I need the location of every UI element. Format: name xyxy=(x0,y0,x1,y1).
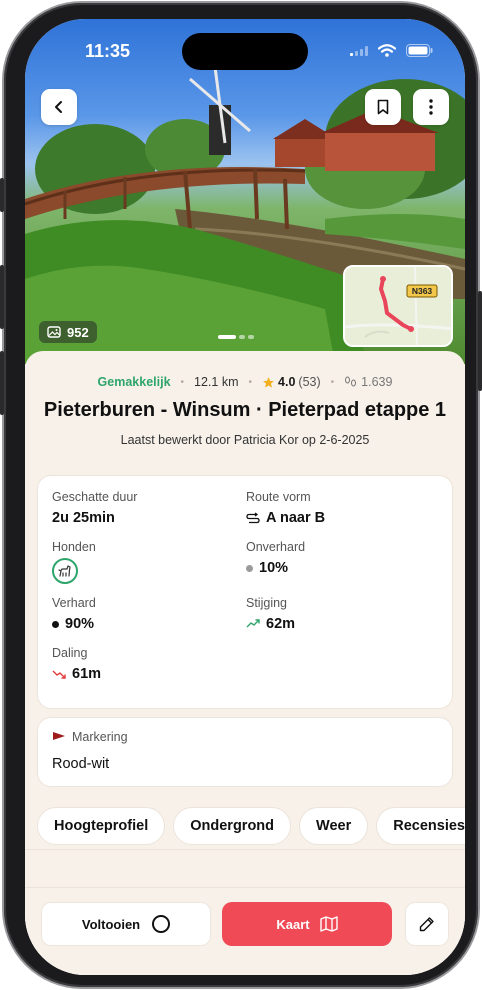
route-detail-sheet: Gemakkelijk • 12.1 km • 4.0 (53) • 1.639… xyxy=(25,351,465,975)
paved-value: 90% xyxy=(65,616,95,632)
dog-icon xyxy=(58,565,71,577)
difficulty-label: Gemakkelijk xyxy=(97,375,171,389)
carousel-dot xyxy=(248,335,254,339)
wifi-icon xyxy=(378,44,396,57)
complete-label: Voltooien xyxy=(81,916,141,932)
photo-count-value: 952 xyxy=(67,324,89,340)
battery-icon xyxy=(406,44,433,57)
map-button[interactable]: Kaart xyxy=(222,902,392,946)
duration-value: 2u 25min xyxy=(52,510,115,526)
route-map-thumbnail: N363 xyxy=(345,267,451,345)
marking-label: Markering xyxy=(72,730,128,744)
unpaved-value: 10% xyxy=(259,560,289,576)
rating[interactable]: 4.0 (53) xyxy=(262,375,321,389)
unpaved-bullet xyxy=(246,564,253,572)
stat-descent: Daling 61m xyxy=(52,646,102,682)
edit-button[interactable] xyxy=(405,902,449,946)
map-label: Kaart xyxy=(276,916,310,932)
route-stats-card: Geschatte duur 2u 25min Route vorm A naa… xyxy=(37,475,453,709)
route-meta-row: Gemakkelijk • 12.1 km • 4.0 (53) • 1.639 xyxy=(97,375,393,389)
chevron-left-icon xyxy=(55,101,62,113)
bottom-action-bar: Voltooien Kaart xyxy=(25,887,465,975)
star-icon xyxy=(263,376,274,388)
map-icon xyxy=(319,916,338,932)
mini-map-preview[interactable]: N363 xyxy=(343,265,453,347)
hero-photo[interactable]: 11:35 952 N363 xyxy=(25,19,465,364)
trend-up-icon xyxy=(246,619,260,628)
ascent-value: 62m xyxy=(266,616,296,632)
tab-elevation-profile[interactable]: Hoogteprofiel xyxy=(37,807,166,845)
stat-dogs: Honden xyxy=(52,540,96,584)
hikers-value: 1.639 xyxy=(361,375,393,389)
screen: 11:35 952 N363 Gemakkelijk • 12.1 km • 4… xyxy=(25,19,465,975)
image-icon xyxy=(47,326,61,338)
route-shape-value: A naar B xyxy=(266,510,326,526)
tab-reviews[interactable]: Recensies xyxy=(376,807,465,845)
photo-count-badge[interactable]: 952 xyxy=(39,321,97,343)
back-button[interactable] xyxy=(41,89,77,125)
checkbox-circle-icon xyxy=(152,915,171,933)
more-options-button[interactable] xyxy=(413,89,449,125)
route-shape-icon xyxy=(246,512,260,524)
carousel-dot xyxy=(239,335,245,339)
phone-frame: 11:35 952 N363 Gemakkelijk • 12.1 km • 4… xyxy=(0,3,482,987)
stat-paved: Verhard 90% xyxy=(52,596,96,632)
rating-value: 4.0 xyxy=(278,375,296,389)
paved-bullet xyxy=(52,620,59,628)
dynamic-island xyxy=(182,33,308,70)
dogs-allowed-badge xyxy=(52,558,78,584)
last-edited-text: Laatst bewerkt door Patricia Kor op 2-6-… xyxy=(120,433,370,447)
power-button xyxy=(478,291,482,391)
mute-switch xyxy=(0,178,4,212)
cellular-signal-icon xyxy=(350,45,368,56)
volume-down-button xyxy=(0,351,4,415)
tab-weather[interactable]: Weer xyxy=(299,807,369,845)
bookmark-icon xyxy=(377,99,389,115)
pencil-icon xyxy=(419,917,434,932)
stat-unpaved: Onverhard 10% xyxy=(246,540,306,576)
map-road-label: N363 xyxy=(412,286,433,296)
complete-button[interactable]: Voltooien xyxy=(41,902,211,946)
route-title: Pieterburen - Winsum · Pieterpad etappe … xyxy=(43,399,447,421)
flag-icon xyxy=(53,732,65,740)
stat-ascent: Stijging 62m xyxy=(246,596,296,632)
marking-value: Rood-wit xyxy=(52,756,110,772)
tab-surface[interactable]: Ondergrond xyxy=(173,807,292,845)
marking-card: Markering Rood-wit xyxy=(37,717,453,787)
section-tabs: Hoogteprofiel Ondergrond Weer Recensies xyxy=(37,807,465,845)
more-vertical-icon xyxy=(429,99,433,115)
carousel-dot-active xyxy=(218,335,236,339)
distance-value: 12.1 km xyxy=(194,375,239,389)
stat-route-shape: Route vorm A naar B xyxy=(246,490,326,526)
trend-down-icon xyxy=(52,670,66,679)
divider xyxy=(25,849,465,850)
volume-up-button xyxy=(0,265,4,329)
descent-value: 61m xyxy=(72,666,102,682)
footsteps-icon xyxy=(345,376,357,387)
rating-count: (53) xyxy=(298,375,321,389)
status-time: 11:35 xyxy=(85,41,131,61)
status-bar: 11:35 xyxy=(25,33,465,70)
carousel-indicator xyxy=(218,335,254,339)
bookmark-button[interactable] xyxy=(365,89,401,125)
stat-duration: Geschatte duur 2u 25min xyxy=(52,490,138,526)
hikers-count: 1.639 xyxy=(344,375,392,389)
